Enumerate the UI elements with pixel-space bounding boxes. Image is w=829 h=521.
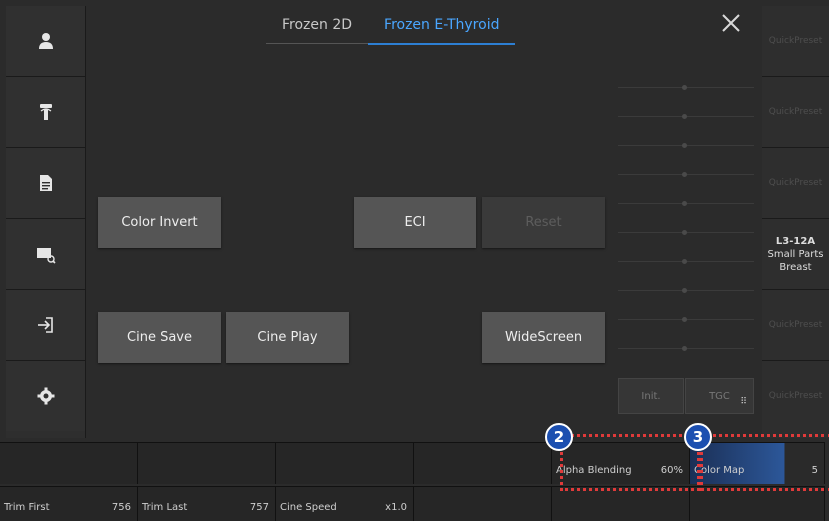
close-icon[interactable]: [718, 10, 744, 36]
tgc-init-button[interactable]: Init.: [618, 378, 684, 414]
trim-first-label: Trim First: [4, 502, 50, 513]
tgc-slider-handle[interactable]: [682, 172, 687, 177]
tgc-label: TGC: [709, 390, 730, 402]
tgc-button[interactable]: TGC ⠿: [685, 378, 754, 414]
selected-preset[interactable]: L3-12A Small Parts Breast: [762, 219, 829, 290]
quick-preset-3[interactable]: QuickPreset: [762, 148, 829, 219]
trim-first-value: 756: [111, 502, 131, 513]
sidebar-exit-button[interactable]: [6, 290, 85, 361]
cine-speed-value: x1.0: [385, 502, 407, 513]
preset-panel: QuickPreset QuickPreset QuickPreset L3-1…: [762, 6, 829, 438]
quick-preset-4[interactable]: QuickPreset: [762, 290, 829, 361]
empty-control-6[interactable]: [552, 486, 690, 521]
quick-preset-1[interactable]: QuickPreset: [762, 6, 829, 77]
exit-icon: [37, 317, 53, 333]
cine-play-button[interactable]: Cine Play: [226, 312, 349, 363]
quick-preset-5[interactable]: QuickPreset: [762, 361, 829, 431]
trim-first-control[interactable]: Trim First 756: [0, 486, 138, 521]
tgc-slider-handle[interactable]: [682, 230, 687, 235]
bottom-control-row-2: Trim First 756 Trim Last 757 Cine Speed …: [0, 486, 829, 521]
left-sidebar: [6, 6, 86, 438]
sidebar-report-button[interactable]: [6, 148, 85, 219]
tgc-slider-handle[interactable]: [682, 346, 687, 351]
tab-frozen-e-thyroid[interactable]: Frozen E-Thyroid: [368, 16, 516, 45]
tgc-slider-handle[interactable]: [682, 288, 687, 293]
cine-save-button[interactable]: Cine Save: [98, 312, 221, 363]
preset-probe: L3-12A: [775, 235, 816, 247]
color-invert-button[interactable]: Color Invert: [98, 197, 221, 248]
tab-frozen-2d[interactable]: Frozen 2D: [266, 16, 369, 44]
user-icon: [38, 33, 53, 49]
mode-tabs: Frozen 2D Frozen E-Thyroid: [266, 16, 516, 46]
tgc-slider-handle[interactable]: [682, 143, 687, 148]
sidebar-patient-button[interactable]: [6, 6, 85, 77]
sidebar-settings-button[interactable]: [6, 361, 85, 431]
widescreen-button[interactable]: WideScreen: [482, 312, 605, 363]
probe-icon: [39, 104, 52, 120]
image-zoom-icon: [36, 248, 56, 264]
trim-last-value: 757: [249, 502, 269, 513]
callout-box-2: [560, 434, 700, 491]
callout-box-3: [700, 434, 829, 491]
callout-badge-2: 2: [545, 423, 573, 451]
empty-control-4[interactable]: [414, 442, 552, 484]
empty-control-1[interactable]: [0, 442, 138, 484]
sidebar-review-button[interactable]: [6, 219, 85, 290]
grid-dots-icon: ⠿: [740, 397, 747, 407]
trim-last-control[interactable]: Trim Last 757: [138, 486, 276, 521]
cine-speed-control[interactable]: Cine Speed x1.0: [276, 486, 414, 521]
tgc-slider-handle[interactable]: [682, 85, 687, 90]
trim-last-label: Trim Last: [142, 502, 188, 513]
tgc-slider-handle[interactable]: [682, 317, 687, 322]
preset-name: Breast: [779, 261, 812, 273]
tgc-sliders[interactable]: [618, 82, 754, 372]
quick-preset-2[interactable]: QuickPreset: [762, 77, 829, 148]
empty-control-7[interactable]: [690, 486, 825, 521]
empty-control-2[interactable]: [138, 442, 276, 484]
preset-app: Small Parts: [767, 248, 824, 260]
empty-control-3[interactable]: [276, 442, 414, 484]
tgc-slider-handle[interactable]: [682, 114, 687, 119]
cine-speed-label: Cine Speed: [280, 502, 337, 513]
gear-icon: [37, 387, 54, 405]
tgc-slider-handle[interactable]: [682, 201, 687, 206]
callout-badge-3: 3: [684, 423, 712, 451]
reset-button[interactable]: Reset: [482, 197, 605, 248]
sidebar-probe-button[interactable]: [6, 77, 85, 148]
eci-button[interactable]: ECI: [354, 197, 476, 248]
document-icon: [39, 175, 52, 191]
empty-control-5[interactable]: [414, 486, 552, 521]
tgc-slider-handle[interactable]: [682, 259, 687, 264]
